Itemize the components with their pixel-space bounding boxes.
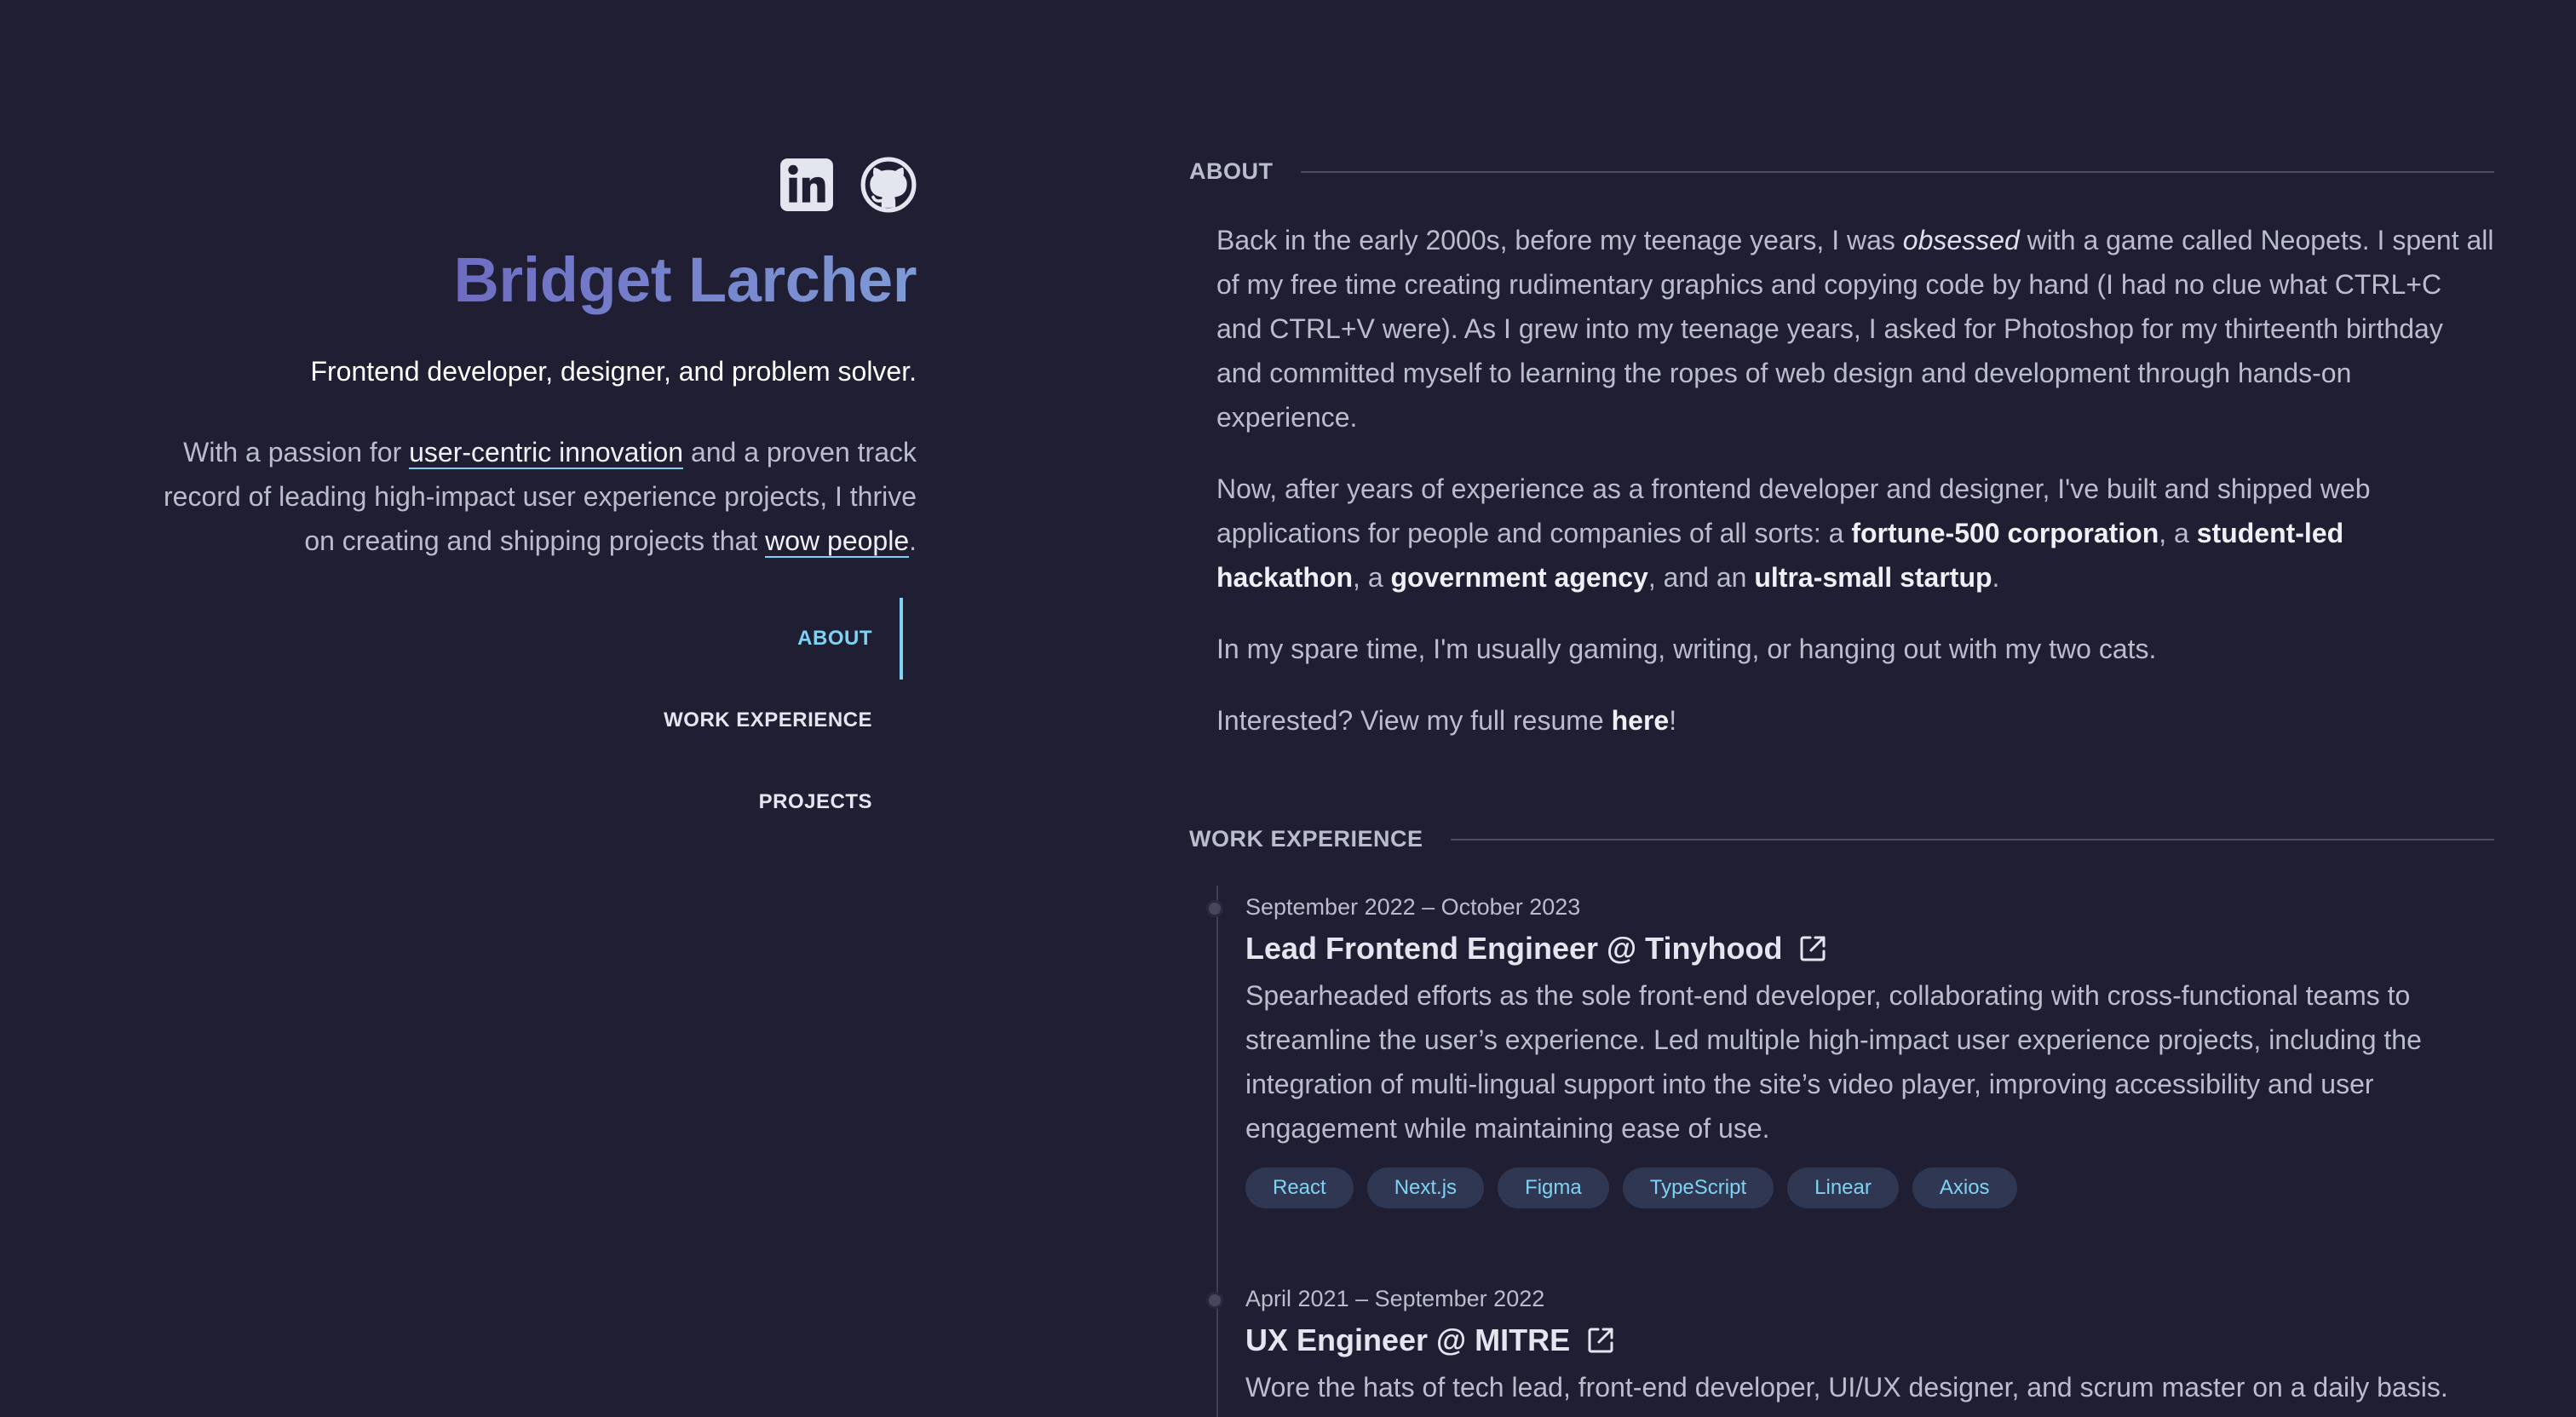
experience-heading: WORK EXPERIENCE xyxy=(1189,826,1423,852)
wow-people-link[interactable]: wow people xyxy=(765,525,910,558)
timeline-dot xyxy=(1206,1292,1223,1309)
job-entry: September 2022 – October 2023 Lead Front… xyxy=(1206,892,2494,1208)
about-p2-text-d: , and an xyxy=(1647,562,1755,593)
job-title-link[interactable]: UX Engineer @ MITRE xyxy=(1245,1322,2494,1358)
job-dates: April 2021 – September 2022 xyxy=(1245,1286,1545,1311)
external-link-icon xyxy=(1585,1325,1616,1356)
nav-label-work-experience: WORK EXPERIENCE xyxy=(664,708,872,731)
tech-tag: Linear xyxy=(1787,1167,1899,1208)
about-p4-text-b: ! xyxy=(1669,705,1677,736)
about-body: Back in the early 2000s, before my teena… xyxy=(1216,218,2494,770)
experience-section-header: WORK EXPERIENCE xyxy=(1189,826,2494,852)
nav-active-indicator xyxy=(900,598,903,680)
timeline-dot xyxy=(1206,900,1223,917)
tech-tag: React xyxy=(1245,1167,1354,1208)
github-link[interactable] xyxy=(860,157,917,213)
social-links xyxy=(779,157,917,213)
about-p4-text-a: Interested? View my full resume xyxy=(1216,705,1612,736)
job-title: Lead Frontend Engineer @ Tinyhood xyxy=(1245,931,1783,966)
profile-intro: With a passion for user-centric innovati… xyxy=(150,430,917,563)
intro-text-1: With a passion for xyxy=(183,437,410,468)
external-link-icon xyxy=(1797,933,1828,964)
linkedin-icon xyxy=(779,157,835,213)
job-dates: September 2022 – October 2023 xyxy=(1245,894,1581,920)
about-p2-text-b: , a xyxy=(2159,518,2197,548)
about-p2-strong-1: fortune-500 corporation xyxy=(1851,518,2159,548)
job-title: UX Engineer @ MITRE xyxy=(1245,1322,1571,1357)
about-p2-text-e: . xyxy=(1992,562,2000,593)
about-p2-strong-4: ultra-small startup xyxy=(1754,562,1992,593)
linkedin-link[interactable] xyxy=(779,157,835,213)
about-p2-strong-3: government agency xyxy=(1390,562,1648,593)
nav-item-about[interactable]: ABOUT xyxy=(797,598,917,680)
about-p1-text-a: Back in the early 2000s, before my teena… xyxy=(1216,225,1903,255)
intro-text-3: . xyxy=(909,525,917,556)
tech-tag: TypeScript xyxy=(1622,1167,1774,1208)
nav-item-projects[interactable]: PROJECTS xyxy=(759,761,917,843)
about-p1-text-b: with a game called Neopets. I spent all … xyxy=(1216,225,2494,433)
nav-item-work-experience[interactable]: WORK EXPERIENCE xyxy=(664,680,917,761)
about-p2-text-c: , a xyxy=(1353,562,1391,593)
about-heading: ABOUT xyxy=(1189,158,1274,184)
user-centric-innovation-link[interactable]: user-centric innovation xyxy=(409,437,684,469)
nav-label-about: ABOUT xyxy=(797,627,872,650)
nav-label-projects: PROJECTS xyxy=(758,790,872,813)
job-title-link[interactable]: Lead Frontend Engineer @ Tinyhood xyxy=(1245,931,2494,967)
job-description: Spearheaded efforts as the sole front-en… xyxy=(1245,980,2422,1144)
timeline-line xyxy=(1216,886,1218,1417)
tech-tag: Axios xyxy=(1912,1167,2017,1208)
tech-tags: React Next.js Figma TypeScript Linear Ax… xyxy=(1245,1167,2494,1208)
profile-panel: Bridget Larcher Frontend developer, desi… xyxy=(0,0,917,1417)
section-nav: ABOUT WORK EXPERIENCE PROJECTS xyxy=(576,598,917,853)
about-paragraph-3: In my spare time, I'm usually gaming, wr… xyxy=(1216,634,2157,664)
about-paragraph-2: Now, after years of experience as a fron… xyxy=(1216,467,2494,600)
tech-tag: Next.js xyxy=(1366,1167,1485,1208)
profile-name: Bridget Larcher xyxy=(453,244,917,315)
resume-link[interactable]: here xyxy=(1612,705,1670,736)
github-icon xyxy=(860,157,917,213)
about-paragraph-1: Back in the early 2000s, before my teena… xyxy=(1216,218,2494,439)
about-section-header: ABOUT xyxy=(1189,158,2494,185)
content-panel: ABOUT Back in the early 2000s, before my… xyxy=(1189,0,2494,1417)
about-p1-emphasis: obsessed xyxy=(1902,225,2020,255)
about-paragraph-4: Interested? View my full resume here! xyxy=(1216,698,2494,743)
job-description: Wore the hats of tech lead, front-end de… xyxy=(1245,1372,2448,1403)
experience-divider xyxy=(1450,838,2494,840)
tech-tag: Figma xyxy=(1498,1167,1609,1208)
job-entry: April 2021 – September 2022 UX Engineer … xyxy=(1206,1283,2494,1409)
profile-tagline: Frontend developer, designer, and proble… xyxy=(310,356,917,387)
about-divider xyxy=(1300,170,2494,173)
